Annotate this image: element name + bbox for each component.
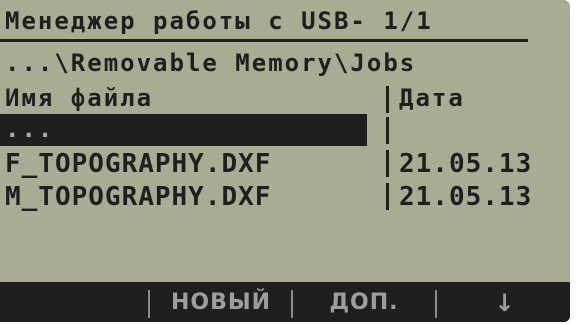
- lcd-display: Менеджер работы с USB- 1/1 ...\Removable…: [0, 0, 570, 322]
- column-divider: [386, 183, 389, 210]
- column-header-name: Имя файла: [5, 84, 154, 112]
- scroll-down-button[interactable]: ↓: [440, 282, 570, 322]
- file-name[interactable]: M_TOPOGRAPHY.DXF: [5, 181, 271, 213]
- softkey-separator: [291, 290, 293, 318]
- title-underline: [0, 39, 528, 42]
- file-name: ...: [5, 115, 55, 143]
- device-screen: Менеджер работы с USB- 1/1 ...\Removable…: [0, 0, 577, 324]
- arrow-down-icon: ↓: [494, 289, 516, 317]
- file-date: 21.05.13: [399, 149, 533, 179]
- softkey-bar: НОВЫЙ ДОП. ↓: [0, 282, 570, 322]
- column-divider: [386, 86, 389, 113]
- softkey-separator: [435, 290, 437, 318]
- column-divider: [386, 117, 389, 144]
- more-button[interactable]: ДОП.: [295, 282, 433, 322]
- column-divider: [386, 150, 389, 177]
- column-header-date: Дата: [399, 84, 465, 112]
- file-date: 21.05.13: [399, 182, 533, 212]
- file-name[interactable]: F_TOPOGRAPHY.DXF: [5, 148, 271, 180]
- file-row-parent-selected[interactable]: ...: [0, 114, 367, 146]
- softkey-separator: [148, 290, 150, 318]
- softkey-f1-empty[interactable]: [0, 282, 148, 322]
- new-button[interactable]: НОВЫЙ: [152, 282, 290, 322]
- current-path: ...\Removable Memory\Jobs: [5, 49, 417, 77]
- window-title: Менеджер работы с USB- 1/1: [5, 7, 433, 35]
